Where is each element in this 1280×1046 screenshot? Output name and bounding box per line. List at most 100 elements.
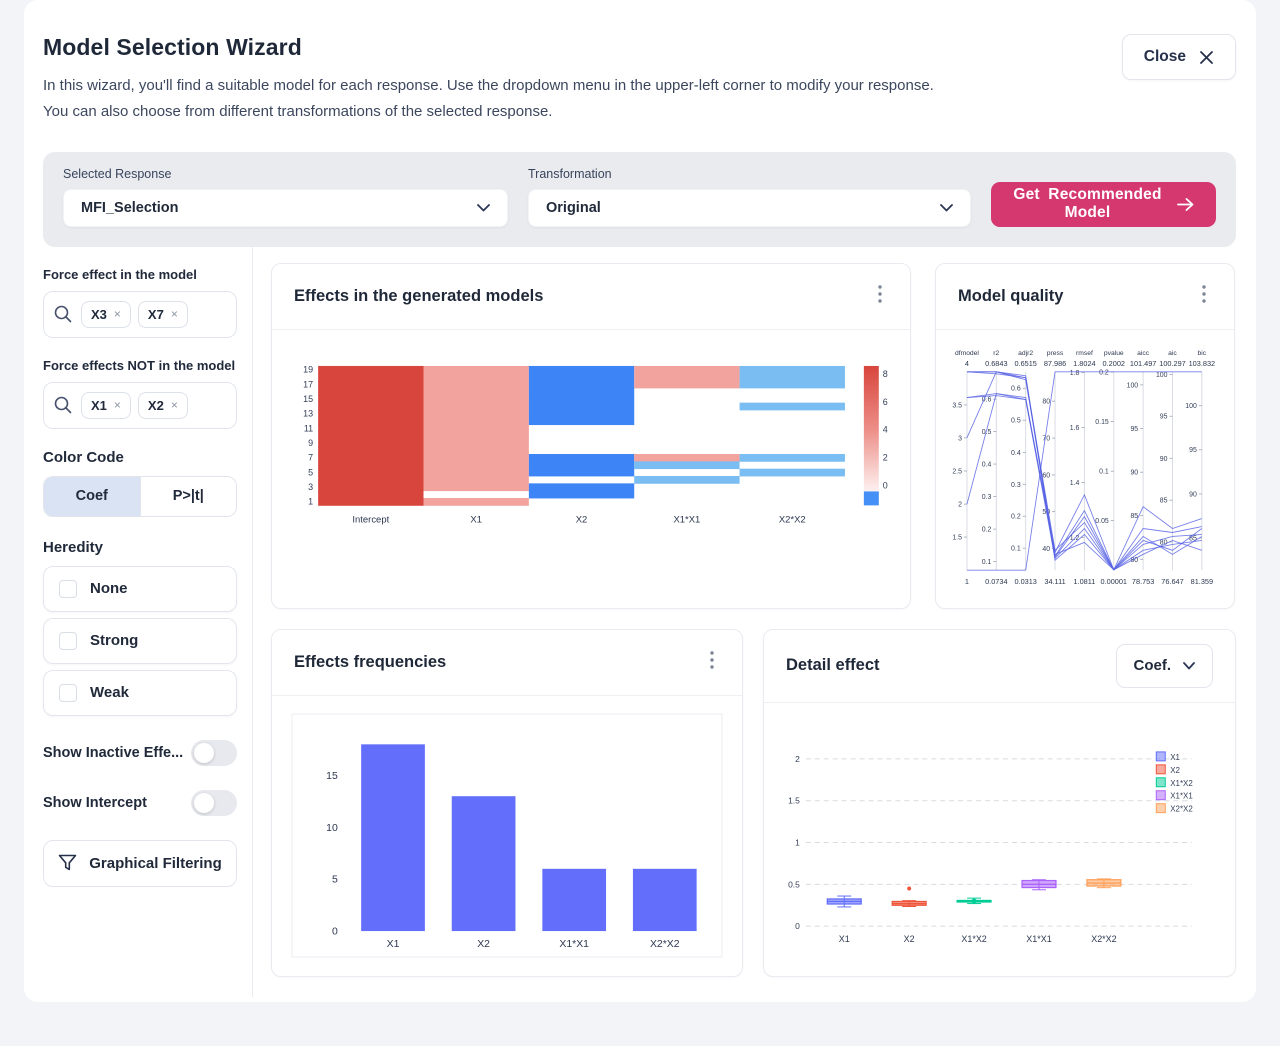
svg-text:X1: X1 (470, 514, 482, 525)
svg-text:103.832: 103.832 (1189, 358, 1216, 367)
model-quality-parallel-coordinates[interactable]: dfmodel413.532.521.5r20.68430.07340.60.5… (950, 346, 1220, 594)
force-not-input[interactable]: X1× X2 × (43, 382, 237, 429)
checkbox-unchecked[interactable] (59, 580, 77, 598)
get-recommended-model-button[interactable]: Get Recommended Model (991, 182, 1216, 227)
chip-remove-icon[interactable]: × (171, 398, 178, 412)
color-code-option-coef[interactable]: Coef (44, 477, 140, 516)
svg-text:0: 0 (883, 480, 888, 490)
svg-text:X1*X1: X1*X1 (1026, 934, 1051, 944)
svg-text:0.5: 0.5 (1011, 417, 1021, 424)
svg-text:bic: bic (1198, 349, 1207, 356)
effects-frequencies-bar-chart[interactable]: 051015X1X2X1*X1X2*X2 (288, 710, 726, 961)
force-not-chip-x2[interactable]: X2 × (138, 392, 188, 419)
svg-text:1.0811: 1.0811 (1073, 577, 1095, 586)
svg-text:1.6: 1.6 (1070, 425, 1080, 432)
svg-text:5: 5 (332, 874, 338, 885)
chip-remove-icon[interactable]: × (171, 307, 178, 321)
svg-text:press: press (1047, 349, 1064, 356)
svg-text:100.297: 100.297 (1159, 358, 1186, 367)
svg-text:1: 1 (308, 496, 313, 506)
svg-text:85: 85 (1160, 497, 1168, 504)
color-code-option-pt[interactable]: P>|t| (140, 477, 237, 516)
filters-sidebar: Force effect in the model X3×X7× Force e… (24, 247, 253, 997)
graphical-filtering-button[interactable]: Graphical Filtering (43, 840, 237, 887)
chip-label: X2 (148, 398, 164, 413)
svg-text:1: 1 (965, 577, 969, 586)
checkbox-unchecked[interactable] (59, 684, 77, 702)
checkbox-unchecked[interactable] (59, 632, 77, 650)
chip-label: X3 (91, 307, 107, 322)
svg-text:87.986: 87.986 (1044, 358, 1066, 367)
effects-frequencies-card: Effects frequencies 051015X1X2X1*X1X2*X2 (271, 629, 743, 977)
heredity-option-strong[interactable]: Strong (43, 618, 237, 664)
svg-text:1.5: 1.5 (788, 795, 800, 805)
selected-response-dropdown[interactable]: MFI_Selection (63, 189, 508, 227)
detail-effect-metric-dropdown[interactable]: Coef. (1116, 644, 1214, 688)
show-inactive-label: Show Inactive Effe... (43, 745, 183, 761)
svg-text:1.4: 1.4 (1070, 479, 1080, 486)
svg-text:95: 95 (1130, 426, 1138, 433)
svg-text:0.15: 0.15 (1095, 419, 1109, 426)
wizard-header: Model Selection Wizard In this wizard, y… (24, 0, 1256, 247)
force-in-chip-x3[interactable]: X3 × (81, 301, 131, 328)
svg-text:1.8024: 1.8024 (1073, 358, 1095, 367)
svg-text:95: 95 (1160, 413, 1168, 420)
svg-text:80: 80 (1042, 398, 1050, 405)
close-button-label: Close (1144, 48, 1186, 66)
svg-text:X2*X2: X2*X2 (650, 938, 680, 949)
svg-text:X2: X2 (1170, 765, 1180, 774)
color-code-label: Color Code (43, 449, 237, 466)
transformation-label: Transformation (528, 167, 971, 181)
svg-text:0.5: 0.5 (788, 879, 800, 889)
svg-text:0.4: 0.4 (982, 461, 992, 468)
svg-text:11: 11 (304, 423, 313, 433)
svg-text:1: 1 (795, 837, 800, 847)
svg-text:aic: aic (1168, 349, 1177, 356)
get-recommended-model-label: Get Recommended Model (1013, 186, 1162, 222)
svg-text:3.5: 3.5 (952, 402, 962, 409)
chip-remove-icon[interactable]: × (114, 307, 121, 321)
force-in-chip-x7[interactable]: X7× (138, 301, 188, 328)
svg-text:9: 9 (308, 437, 313, 447)
svg-text:17: 17 (303, 379, 313, 389)
svg-text:0.2: 0.2 (1011, 513, 1021, 520)
svg-text:0.6515: 0.6515 (1014, 358, 1036, 367)
page-title: Model Selection Wizard (43, 34, 1236, 61)
transformation-dropdown[interactable]: Original (528, 189, 971, 227)
show-inactive-toggle[interactable] (191, 740, 237, 766)
close-button[interactable]: Close (1122, 34, 1236, 80)
svg-text:15: 15 (326, 770, 338, 781)
show-intercept-toggle[interactable] (191, 790, 237, 816)
svg-text:1.8: 1.8 (1070, 369, 1080, 376)
svg-text:X1*X2: X1*X2 (1170, 778, 1193, 787)
description-line-1: In this wizard, you'll find a suitable m… (43, 77, 934, 94)
heredity-label: Heredity (43, 539, 237, 556)
model-selection-wizard: Model Selection Wizard In this wizard, y… (24, 0, 1256, 1002)
force-not-chip-x1[interactable]: X1× (81, 392, 131, 419)
force-in-input[interactable]: X3×X7× (43, 291, 237, 338)
svg-text:0: 0 (332, 926, 338, 937)
heredity-option-weak[interactable]: Weak (43, 670, 237, 716)
show-intercept-row: Show Intercept (43, 790, 237, 816)
kebab-menu-icon[interactable] (1196, 283, 1212, 310)
svg-text:0.6843: 0.6843 (985, 358, 1007, 367)
search-icon (53, 304, 73, 324)
svg-text:7: 7 (308, 452, 313, 462)
detail-effect-box-plot[interactable]: 00.511.52X1X2X1*X2X1*X1X2*X2X1X2X1*X2X1*… (766, 729, 1224, 963)
selected-response-field: Selected Response MFI_Selection (63, 167, 508, 227)
svg-text:15: 15 (303, 393, 313, 403)
heredity-option-none[interactable]: None (43, 566, 237, 612)
svg-text:0.2002: 0.2002 (1103, 358, 1125, 367)
svg-text:pvalue: pvalue (1104, 349, 1124, 356)
svg-text:X1*X2: X1*X2 (961, 934, 986, 944)
kebab-menu-icon[interactable] (704, 649, 720, 676)
svg-text:1.5: 1.5 (952, 534, 962, 541)
effects-heatmap-chart[interactable]: 191715131197531InterceptX1X2X1*X1X2*X286… (282, 356, 900, 595)
kebab-menu-icon[interactable] (872, 283, 888, 310)
svg-text:X1*X1: X1*X1 (559, 938, 589, 949)
chip-remove-icon[interactable]: × (114, 398, 121, 412)
svg-text:100: 100 (1156, 371, 1168, 378)
toggle-knob (194, 743, 214, 763)
svg-text:60: 60 (1042, 472, 1050, 479)
svg-text:0.0734: 0.0734 (985, 577, 1007, 586)
